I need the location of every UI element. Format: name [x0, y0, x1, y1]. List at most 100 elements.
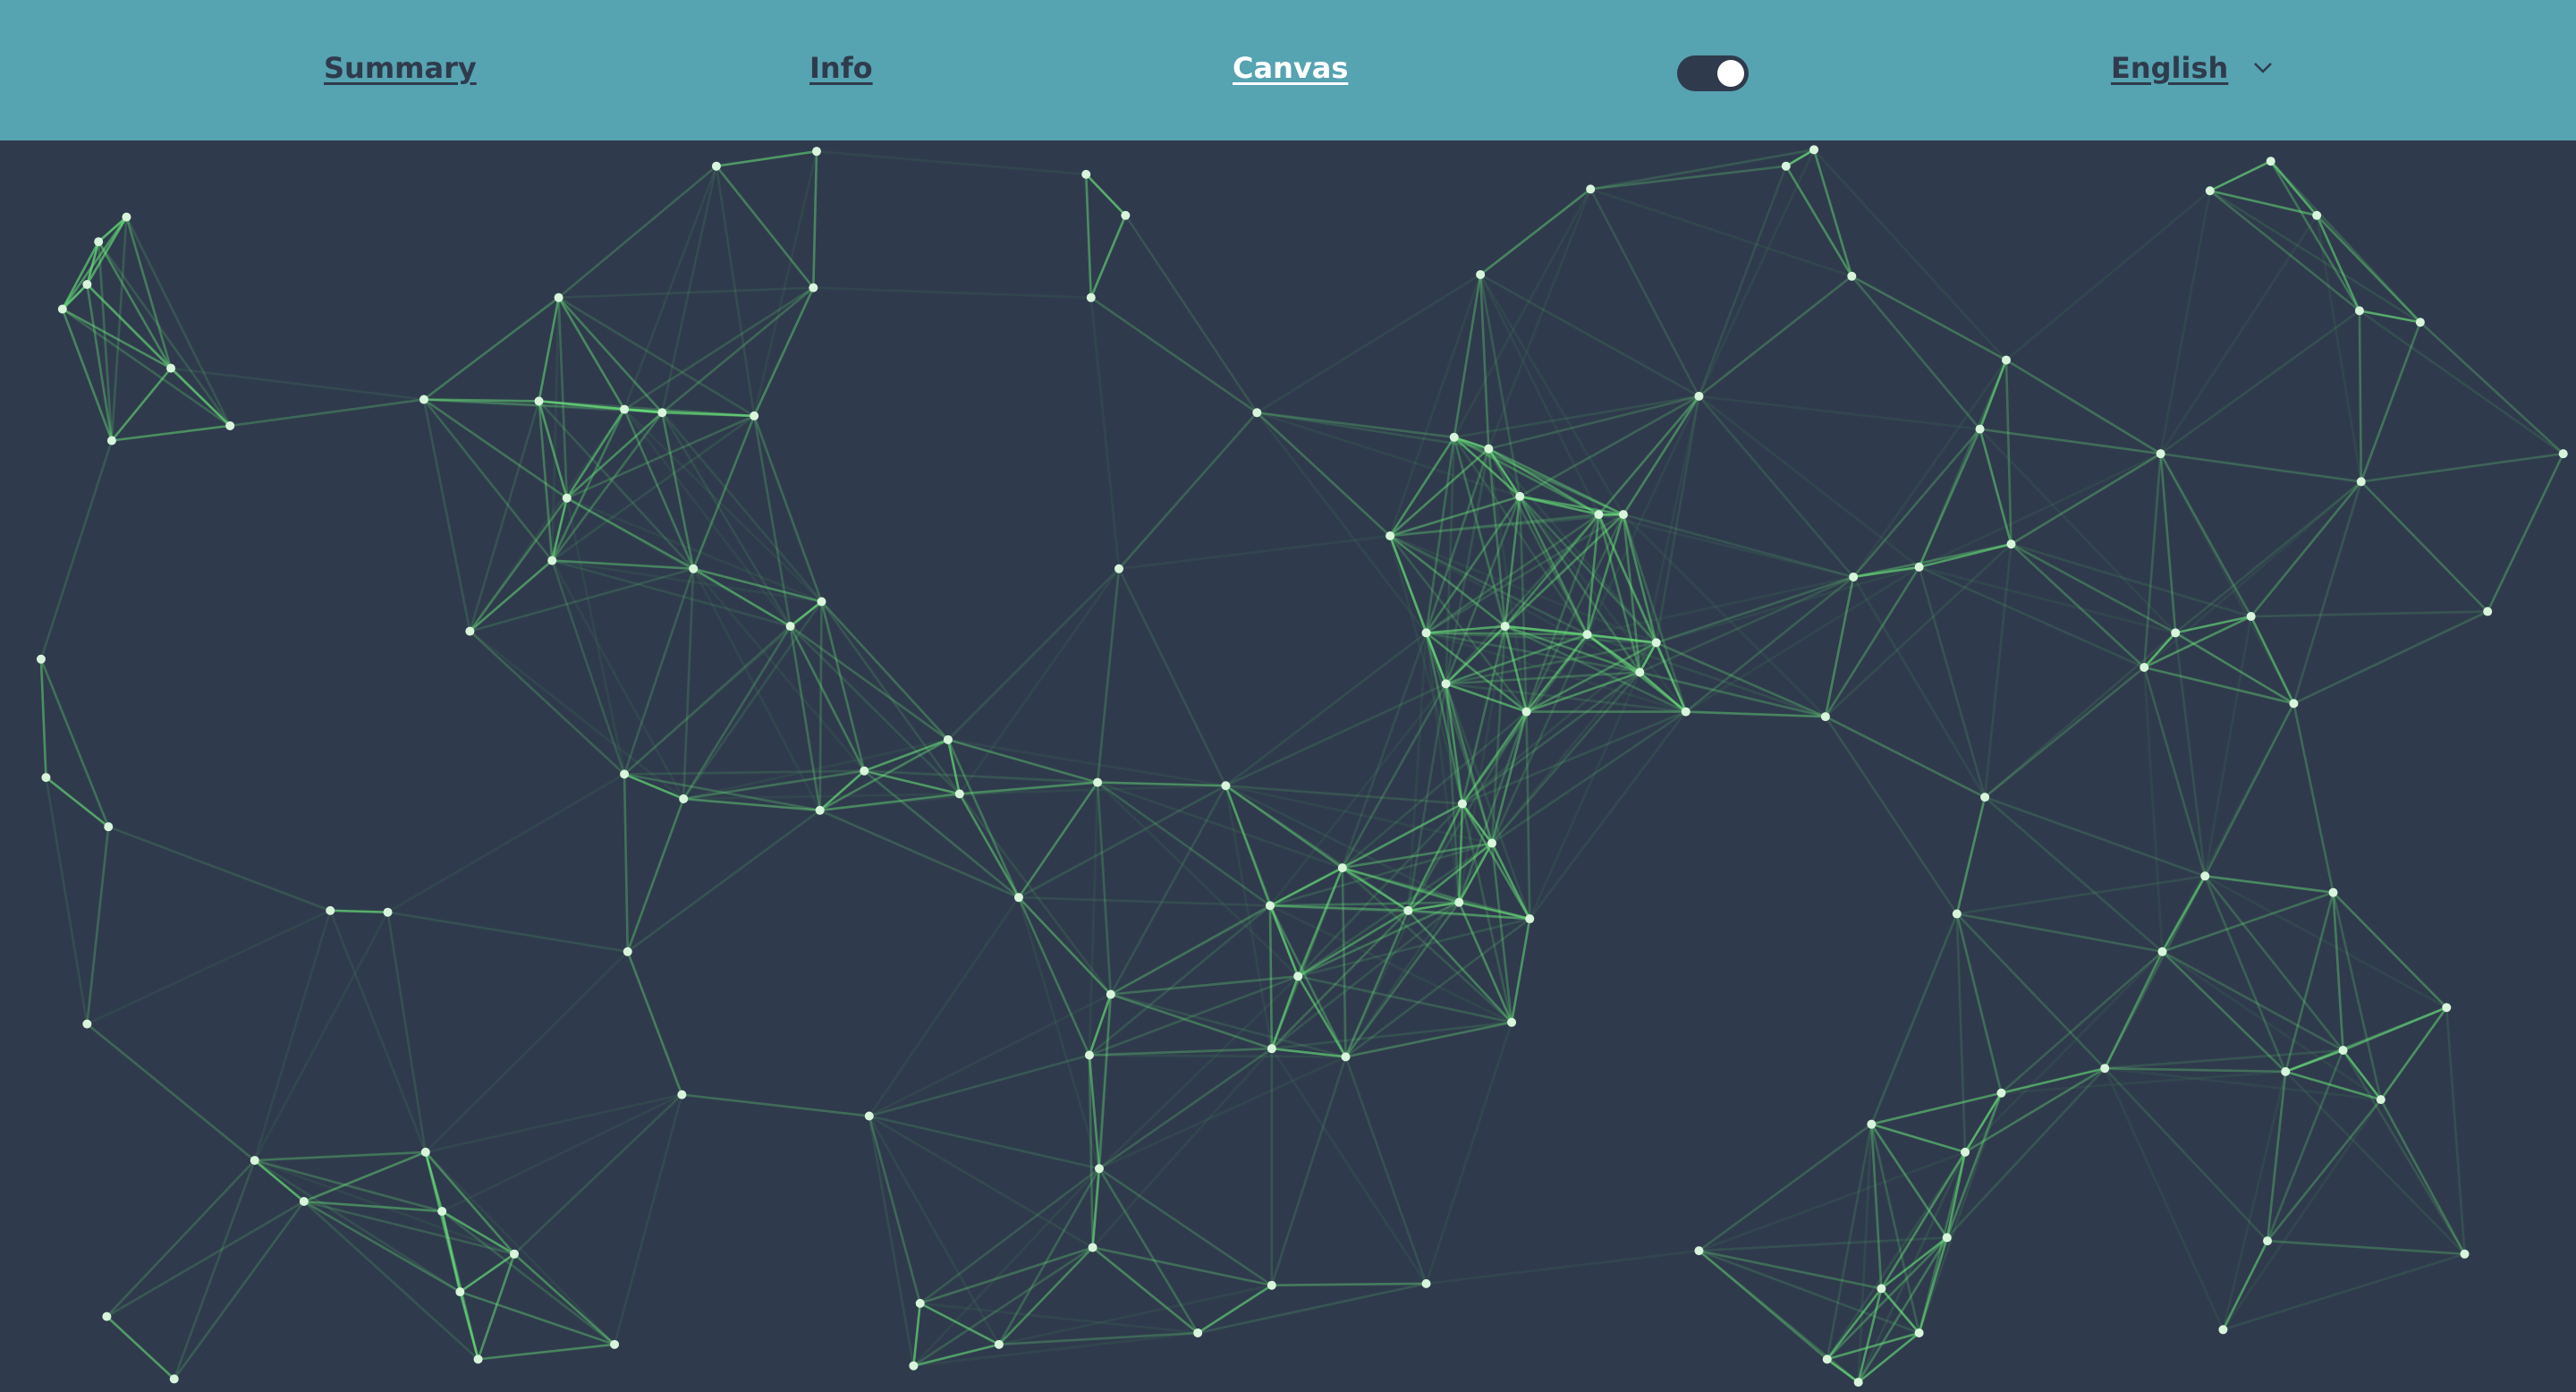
network-edge [623, 774, 630, 952]
network-node [562, 493, 572, 503]
network-node [750, 411, 759, 420]
network-node [36, 654, 46, 664]
network-edge [478, 1343, 615, 1361]
network-edge [1824, 716, 1958, 915]
network-edge [1426, 1249, 1699, 1286]
network-node [909, 1361, 919, 1371]
network-node [1266, 901, 1275, 911]
network-node [1121, 210, 1131, 220]
network-edge [1110, 993, 1273, 1050]
network-edge [2267, 1239, 2465, 1256]
network-edge [1623, 513, 1854, 579]
network-edge [110, 216, 128, 441]
network-edge [1699, 1249, 1882, 1290]
network-node [1515, 491, 1525, 501]
network-node [1507, 1017, 1517, 1027]
network-edge [752, 415, 823, 602]
network-edge [1098, 1056, 1347, 1170]
network-node [1594, 510, 1604, 520]
network-node [2200, 871, 2210, 881]
network-edge [2105, 1066, 2381, 1101]
network-canvas[interactable] [0, 140, 2576, 1392]
network-node [1975, 424, 1985, 434]
network-edge [170, 367, 232, 427]
network-edge [1270, 1048, 1428, 1285]
network-edge [2104, 951, 2164, 1069]
network-edge [682, 600, 823, 800]
network-edge [459, 1291, 479, 1360]
network-node [94, 237, 104, 247]
network-node [326, 905, 335, 915]
network-edge [551, 559, 685, 800]
network-node [106, 436, 116, 446]
network-node [1849, 572, 1859, 581]
network-edge [1085, 173, 1127, 216]
network-edge [662, 411, 755, 418]
network-node [2218, 1325, 2228, 1335]
network-node [1809, 145, 1819, 155]
network-edge [1088, 782, 1099, 1056]
theme-toggle[interactable] [1677, 55, 1749, 91]
network-edge [1097, 1167, 1199, 1334]
nav-link-summary[interactable]: Summary [324, 51, 477, 85]
network-node [1449, 432, 1459, 442]
network-node [1651, 638, 1661, 648]
language-selector[interactable]: English [2111, 51, 2273, 85]
network-node [785, 622, 795, 632]
network-edge [2222, 1099, 2382, 1331]
network-node [2483, 607, 2493, 616]
network-edge [1124, 215, 1258, 413]
network-node [1193, 1328, 1203, 1337]
network-node [1084, 1050, 1094, 1060]
network-edge [813, 286, 1091, 299]
network-edge [1096, 568, 1121, 783]
network-node [104, 822, 114, 832]
network-edge [1813, 149, 2007, 361]
network-node [2100, 1064, 2110, 1074]
network-edge [613, 1094, 683, 1345]
network-node [1867, 1119, 1877, 1129]
network-edge [1341, 868, 1347, 1057]
network-edges [39, 149, 2564, 1384]
network-edge [2292, 481, 2363, 704]
network-edge [1098, 975, 1300, 1170]
network-node [419, 395, 428, 404]
network-edge [2161, 950, 2287, 1073]
network-edge [913, 1343, 1000, 1367]
network-node [1013, 893, 1023, 903]
network-edge [1118, 534, 1391, 571]
network-edge [958, 793, 1021, 898]
network-node [1582, 630, 1592, 640]
network-edge [303, 1200, 462, 1294]
network-edge [557, 297, 626, 411]
network-node [809, 283, 818, 293]
network-edge [683, 797, 820, 812]
network-node [1521, 707, 1531, 717]
network-edge [422, 399, 471, 632]
network-edge [2267, 1099, 2382, 1242]
network-node [1635, 667, 1645, 677]
network-edge [2174, 632, 2207, 877]
network-edge [459, 1290, 615, 1346]
network-edge [386, 773, 625, 913]
network-edge [1017, 781, 1099, 898]
network-edge [1964, 950, 2164, 1153]
network-edge [1256, 412, 1428, 634]
network-edge [106, 1200, 305, 1318]
network-edge [2222, 1071, 2287, 1330]
network-edge [2004, 360, 2012, 545]
network-edge [1197, 1282, 1427, 1335]
network-edge [2222, 1240, 2269, 1330]
network-node [1293, 972, 1303, 981]
network-node [1403, 905, 1413, 915]
network-edge [2159, 310, 2360, 455]
nav-link-canvas[interactable]: Canvas [1233, 51, 1348, 85]
network-node [82, 279, 92, 289]
nav-link-info[interactable]: Info [809, 51, 873, 85]
network-edge [1945, 1067, 2106, 1239]
network-node [57, 304, 67, 314]
network-edge [2342, 1049, 2466, 1255]
network-edge [947, 567, 1120, 741]
network-node [610, 1339, 620, 1349]
network-edge [1525, 711, 1531, 920]
